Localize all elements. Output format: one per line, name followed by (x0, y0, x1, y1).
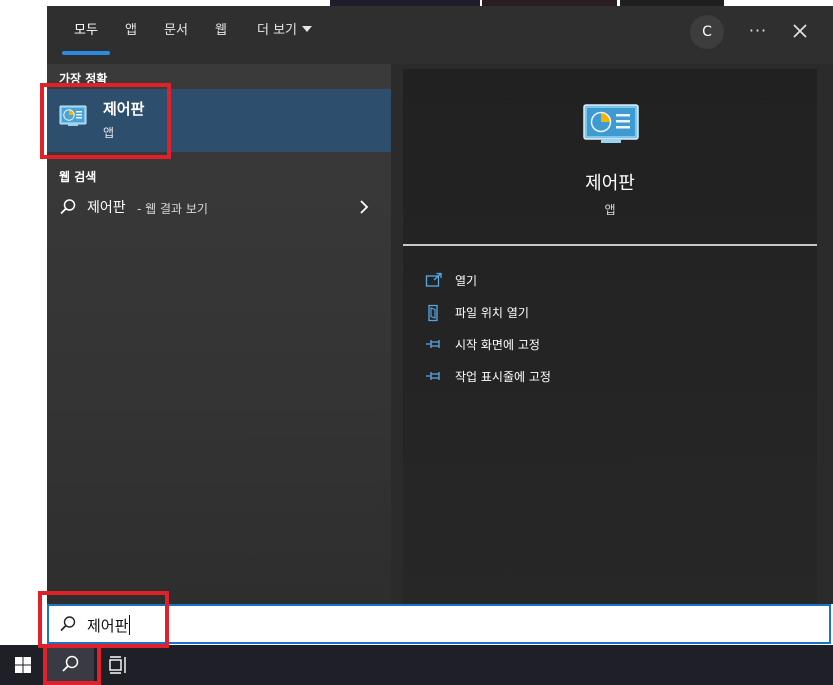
task-view-icon (109, 656, 126, 674)
pin-icon (426, 372, 440, 380)
preview-divider (403, 244, 817, 246)
highlight-box (38, 591, 169, 648)
tab-documents[interactable]: 문서 (157, 6, 195, 58)
action-open-file-location[interactable]: 파일 위치 열기 (425, 302, 785, 324)
highlight-box (40, 83, 171, 159)
filter-tab-bar: 모두 앱 문서 웹 더 보기 C ··· (47, 6, 833, 64)
preview-title: 제어판 (585, 173, 635, 194)
tab-more[interactable]: 더 보기 (247, 6, 322, 58)
action-open[interactable]: 열기 (425, 270, 785, 292)
web-search-suffix: - 웹 결과 보기 (137, 202, 208, 216)
search-icon (60, 199, 76, 215)
control-panel-icon (583, 104, 639, 143)
active-tab-indicator (62, 51, 110, 55)
taskbar (0, 645, 833, 685)
account-avatar[interactable]: C (690, 15, 724, 49)
tab-apps[interactable]: 앱 (117, 6, 145, 58)
windows-logo-icon (15, 657, 31, 673)
preview-type: 앱 (604, 203, 616, 217)
tab-web[interactable]: 웹 (207, 6, 235, 58)
more-options-button[interactable]: ··· (741, 16, 775, 46)
close-button[interactable] (785, 16, 815, 46)
close-icon (793, 24, 807, 38)
file-location-icon (428, 304, 438, 322)
web-search-result[interactable]: 제어판 - 웹 결과 보기 (47, 192, 391, 222)
task-view-button[interactable] (94, 645, 142, 685)
chevron-right-icon[interactable] (357, 199, 371, 215)
highlight-box (43, 644, 101, 685)
action-pin-to-taskbar[interactable]: 작업 표시줄에 고정 (425, 366, 785, 388)
web-search-heading: 웹 검색 (59, 170, 97, 184)
preview-pane: 제어판 앱 열기 파일 위치 열기 시작 화면에 고정 작업 표시줄에 고정 (403, 69, 817, 604)
open-icon (425, 272, 442, 287)
web-search-query: 제어판 (87, 200, 126, 216)
caret-down-icon (302, 26, 312, 32)
action-pin-to-start[interactable]: 시작 화면에 고정 (425, 334, 785, 356)
pin-icon (426, 340, 440, 348)
start-button[interactable] (0, 645, 46, 685)
